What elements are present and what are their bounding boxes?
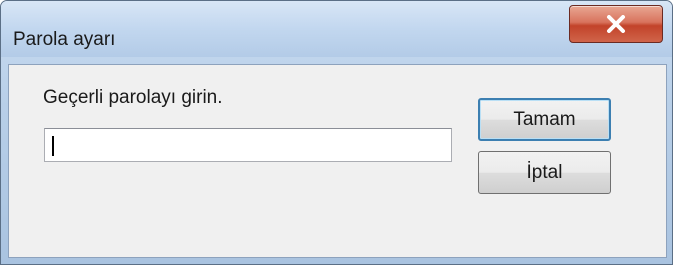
cancel-button[interactable]: İptal (478, 151, 611, 194)
text-caret (52, 136, 54, 156)
password-field[interactable] (44, 128, 452, 162)
ok-button[interactable]: Tamam (478, 98, 611, 141)
close-button[interactable] (569, 5, 663, 43)
close-icon (607, 15, 625, 33)
dialog-window: Parola ayarı Geçerli parolayı girin. Tam… (0, 0, 673, 265)
password-prompt-label: Geçerli parolayı girin. (43, 87, 223, 108)
title-bar[interactable]: Parola ayarı (1, 1, 672, 57)
window-title: Parola ayarı (13, 29, 116, 50)
dialog-body: Geçerli parolayı girin. Tamam İptal (8, 64, 667, 258)
